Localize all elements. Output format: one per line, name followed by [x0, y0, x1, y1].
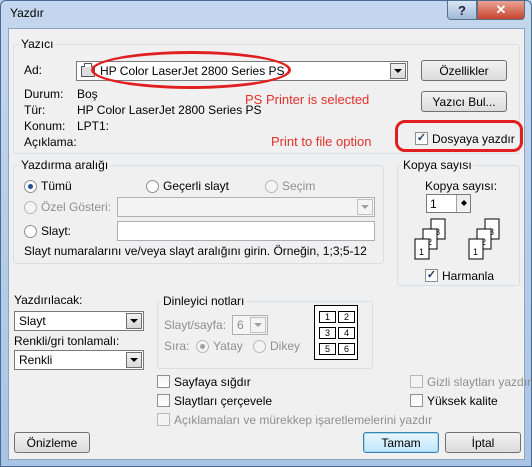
frame-slides-label: Slaytları çerçevele: [174, 394, 273, 408]
printer-group-label: Yazıcı: [19, 37, 56, 51]
comment-label: Açıklama:: [24, 135, 77, 149]
close-button[interactable]: ✕: [477, 1, 525, 20]
range-custom-show-label: Özel Gösteri:: [41, 200, 112, 214]
annotation-print-to-file: Print to file option: [271, 134, 372, 149]
help-icon: ?: [458, 2, 466, 18]
copies-spinner[interactable]: 1: [426, 194, 471, 213]
close-icon: ✕: [495, 2, 507, 17]
status-label: Durum:: [24, 87, 64, 101]
range-slides-label: Slayt:: [41, 224, 72, 238]
hidden-slides-checkbox[interactable]: [410, 375, 423, 388]
chevron-down-icon[interactable]: [126, 352, 142, 368]
properties-button[interactable]: Özellikler: [421, 60, 507, 81]
range-all-radio[interactable]: [24, 180, 37, 193]
collate-pages-icon: 3 2 1 3 2 1: [414, 218, 500, 260]
collate-label: Harmanla: [442, 269, 495, 283]
cancel-button[interactable]: İptal: [445, 432, 521, 453]
high-quality-label: Yüksek kalite: [427, 394, 498, 408]
type-label: Tür:: [24, 103, 46, 117]
chevron-down-icon[interactable]: [250, 317, 266, 333]
collate-checkbox[interactable]: ✓: [425, 269, 438, 282]
copies-group-label: Kopya sayısı: [401, 158, 474, 172]
location-label: Konum:: [24, 119, 66, 133]
color-label: Renkli/gri tonlamalı:: [14, 334, 120, 348]
handout-slide-4: 4: [338, 327, 355, 339]
type-value: HP Color LaserJet 2800 Series PS: [77, 103, 262, 117]
range-selection-radio[interactable]: [265, 180, 278, 193]
per-page-select[interactable]: 6: [232, 315, 268, 335]
copies-count-label: Kopya sayısı:: [425, 179, 498, 193]
print-range-label: Yazdırma aralığı: [19, 158, 111, 172]
slides-input[interactable]: [117, 221, 375, 241]
per-page-label: Slayt/sayfa:: [164, 318, 227, 332]
order-vertical-label: Dikey: [270, 339, 301, 353]
chevron-down-icon[interactable]: [390, 63, 406, 79]
range-current-slide-radio[interactable]: [146, 180, 159, 193]
title-bar: Yazdır ? ✕: [1, 1, 531, 27]
print-comments-checkbox[interactable]: [157, 413, 170, 426]
range-current-slide-label: Geçerli slayt: [163, 179, 230, 193]
find-printer-button[interactable]: Yazıcı Bul...: [421, 91, 507, 112]
printer-highlight-ellipse: [91, 51, 291, 89]
custom-show-select[interactable]: [117, 197, 375, 217]
print-to-file-highlight: [395, 120, 523, 152]
handouts-group-label: Dinleyici notları: [161, 294, 247, 308]
color-select[interactable]: Renkli: [14, 350, 144, 370]
frame-slides-checkbox[interactable]: [157, 394, 170, 407]
location-value: LPT1:: [77, 119, 110, 133]
chevron-down-icon[interactable]: [357, 199, 373, 215]
copies-count-value: 1: [430, 197, 437, 211]
svg-text:1: 1: [473, 247, 478, 257]
print-what-value: Slayt: [19, 314, 46, 328]
status-value: Boş: [77, 87, 98, 101]
help-button[interactable]: ?: [447, 1, 477, 20]
ok-button[interactable]: Tamam: [363, 432, 439, 453]
range-selection-label: Seçim: [282, 179, 316, 193]
window-title: Yazdır: [10, 6, 44, 20]
handout-slide-6: 6: [338, 343, 355, 355]
range-all-label: Tümü: [41, 179, 72, 193]
order-vertical-radio[interactable]: [253, 340, 266, 353]
scale-to-fit-label: Sayfaya sığdır: [174, 375, 251, 389]
spin-down-icon[interactable]: [457, 203, 470, 211]
handout-preview: 1 2 3 4 5 6: [314, 305, 358, 360]
range-hint: Slayt numaralarını ve/veya slayt aralığı…: [24, 244, 367, 258]
order-horizontal-label: Yatay: [213, 339, 243, 353]
annotation-ps-printer: PS Printer is selected: [245, 92, 370, 107]
handout-slide-1: 1: [319, 311, 336, 323]
hidden-slides-label: Gizli slaytları yazdır: [427, 375, 532, 389]
order-horizontal-radio[interactable]: [196, 340, 209, 353]
color-value: Renkli: [19, 353, 53, 367]
handout-slide-5: 5: [319, 343, 336, 355]
order-label: Sıra:: [164, 339, 190, 353]
preview-button[interactable]: Önizleme: [14, 432, 90, 453]
range-custom-show-radio[interactable]: [24, 201, 37, 214]
per-page-value: 6: [237, 318, 244, 332]
dialog-body: Yazıcı Ad: HP Color LaserJet 2800 Series…: [8, 28, 531, 460]
spin-up-icon[interactable]: [457, 195, 470, 203]
printer-name-label: Ad:: [24, 63, 43, 77]
print-dialog: Yazdır ? ✕ Yazıcı Ad: HP Color LaserJet …: [0, 0, 532, 467]
collate-illustration: 3 2 1 3 2 1: [409, 217, 509, 263]
range-slides-radio[interactable]: [24, 225, 37, 238]
chevron-down-icon[interactable]: [126, 313, 142, 329]
print-comments-label: Açıklamaları ve mürekkep işaretlemelerin…: [174, 413, 433, 427]
svg-text:1: 1: [419, 247, 424, 257]
scale-to-fit-checkbox[interactable]: [157, 375, 170, 388]
high-quality-checkbox[interactable]: [410, 394, 423, 407]
print-what-label: Yazdırılacak:: [14, 293, 83, 307]
handout-slide-3: 3: [319, 327, 336, 339]
print-what-select[interactable]: Slayt: [14, 311, 144, 331]
handout-slide-2: 2: [338, 311, 355, 323]
